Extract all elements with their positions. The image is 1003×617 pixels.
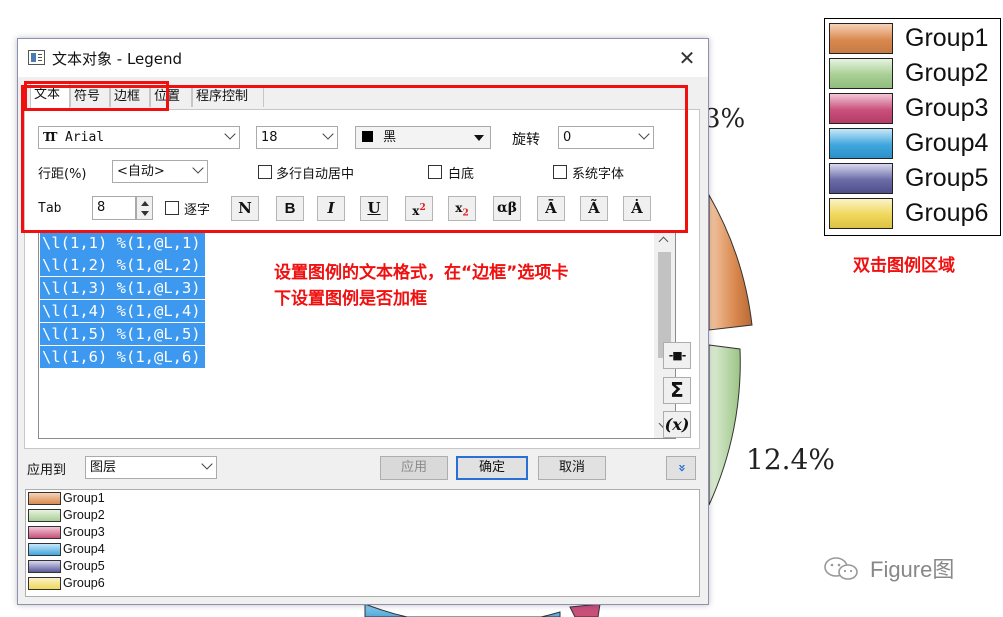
preview-swatch <box>28 509 61 522</box>
preview-swatch <box>28 526 61 539</box>
editor-line: \l(1,3) %(1,@L,3) <box>40 277 205 299</box>
watermark-text: Figure图 <box>870 557 955 582</box>
editor-line: \l(1,6) %(1,@L,6) <box>40 346 205 368</box>
legend-item: Group2 <box>829 57 999 90</box>
dialog-titlebar[interactable]: 文本对象 - Legend ✕ <box>18 39 708 77</box>
legend-label: Group1 <box>905 24 989 52</box>
editor-line: \l(1,5) %(1,@L,5) <box>40 323 205 345</box>
legend-label: Group5 <box>905 164 989 192</box>
legend-label: Group3 <box>905 94 989 122</box>
legend-swatch <box>829 128 893 159</box>
close-button[interactable]: ✕ <box>674 45 700 71</box>
legend-item: Group5 <box>829 162 999 195</box>
legend-item: Group1 <box>829 22 999 55</box>
preview-swatch <box>28 543 61 556</box>
legend-preview: Group1 Group2 Group3 Group4 Group5 Group… <box>25 489 700 597</box>
apply-to-select[interactable]: 图层 <box>85 456 217 479</box>
pie-slice-group3 <box>569 603 601 617</box>
scroll-up-icon[interactable] <box>658 236 669 247</box>
preview-label: Group3 <box>63 525 105 539</box>
dialog-title: 文本对象 - Legend <box>52 50 183 68</box>
preview-label: Group2 <box>63 508 105 522</box>
sigma-button[interactable]: Σ <box>663 377 691 404</box>
legend-swatch <box>829 58 893 89</box>
legend-swatch <box>829 23 893 54</box>
pie-slice-group2 <box>708 344 741 506</box>
editor-line: \l(1,4) %(1,@L,4) <box>40 300 205 322</box>
editor-line: \l(1,2) %(1,@L,2) <box>40 254 205 276</box>
editor-scrollbar[interactable] <box>654 232 675 438</box>
variable-icon: (x) <box>664 415 690 434</box>
variable-button[interactable]: (x) <box>663 411 691 438</box>
editor-line: \l(1,1) %(1,@L,1) <box>40 232 205 254</box>
legend-label: Group4 <box>905 129 989 157</box>
wechat-icon <box>824 557 858 580</box>
preview-label: Group6 <box>63 576 105 590</box>
cancel-button[interactable]: 取消 <box>538 456 606 480</box>
pie-label-group2: 12.4% <box>746 443 835 476</box>
chart-legend[interactable]: Group1 Group2 Group3 Group4 Group5 Group… <box>824 18 1001 236</box>
annotation-text-line1: 设置图例的文本格式，在“边框”选项卡 <box>274 263 569 283</box>
legend-label: Group2 <box>905 59 989 87</box>
sigma-icon: Σ <box>670 378 684 402</box>
preview-swatch <box>28 577 61 590</box>
double-chevron-down-icon: » <box>674 463 689 473</box>
preview-label: Group1 <box>63 491 105 505</box>
apply-to-value: 图层 <box>90 460 117 475</box>
app-window-icon <box>28 50 45 65</box>
legend-label: Group6 <box>905 199 989 227</box>
legend-swatch <box>829 93 893 124</box>
insert-symbol-button[interactable]: -■- <box>663 342 691 369</box>
expand-button[interactable]: » <box>666 456 696 480</box>
pie-slice-group1 <box>708 193 753 331</box>
legend-item: Group4 <box>829 127 999 160</box>
screenshot-stage: 3% 12.4% Group1 Group2 Group3 Group4 Gro… <box>0 0 1003 617</box>
legend-annotation: 双击图例区域 <box>853 256 955 276</box>
legend-item: Group6 <box>829 197 999 230</box>
preview-swatch <box>28 492 61 505</box>
pie-label-partial: 3% <box>704 104 746 134</box>
preview-label: Group5 <box>63 559 105 573</box>
legend-item: Group3 <box>829 92 999 125</box>
legend-symbol-icon: -■- <box>668 349 687 362</box>
annotation-text-line2: 下设置图例是否加框 <box>274 289 427 309</box>
format-controls-highlight-box <box>21 85 688 233</box>
apply-button[interactable]: 应用 <box>380 456 448 480</box>
ok-button[interactable]: 确定 <box>456 456 528 480</box>
chevron-down-icon <box>201 458 213 470</box>
pie-slice-group4 <box>364 603 561 617</box>
apply-to-label: 应用到 <box>27 463 67 478</box>
preview-label: Group4 <box>63 542 105 556</box>
legend-swatch <box>829 198 893 229</box>
legend-swatch <box>829 163 893 194</box>
preview-swatch <box>28 560 61 573</box>
